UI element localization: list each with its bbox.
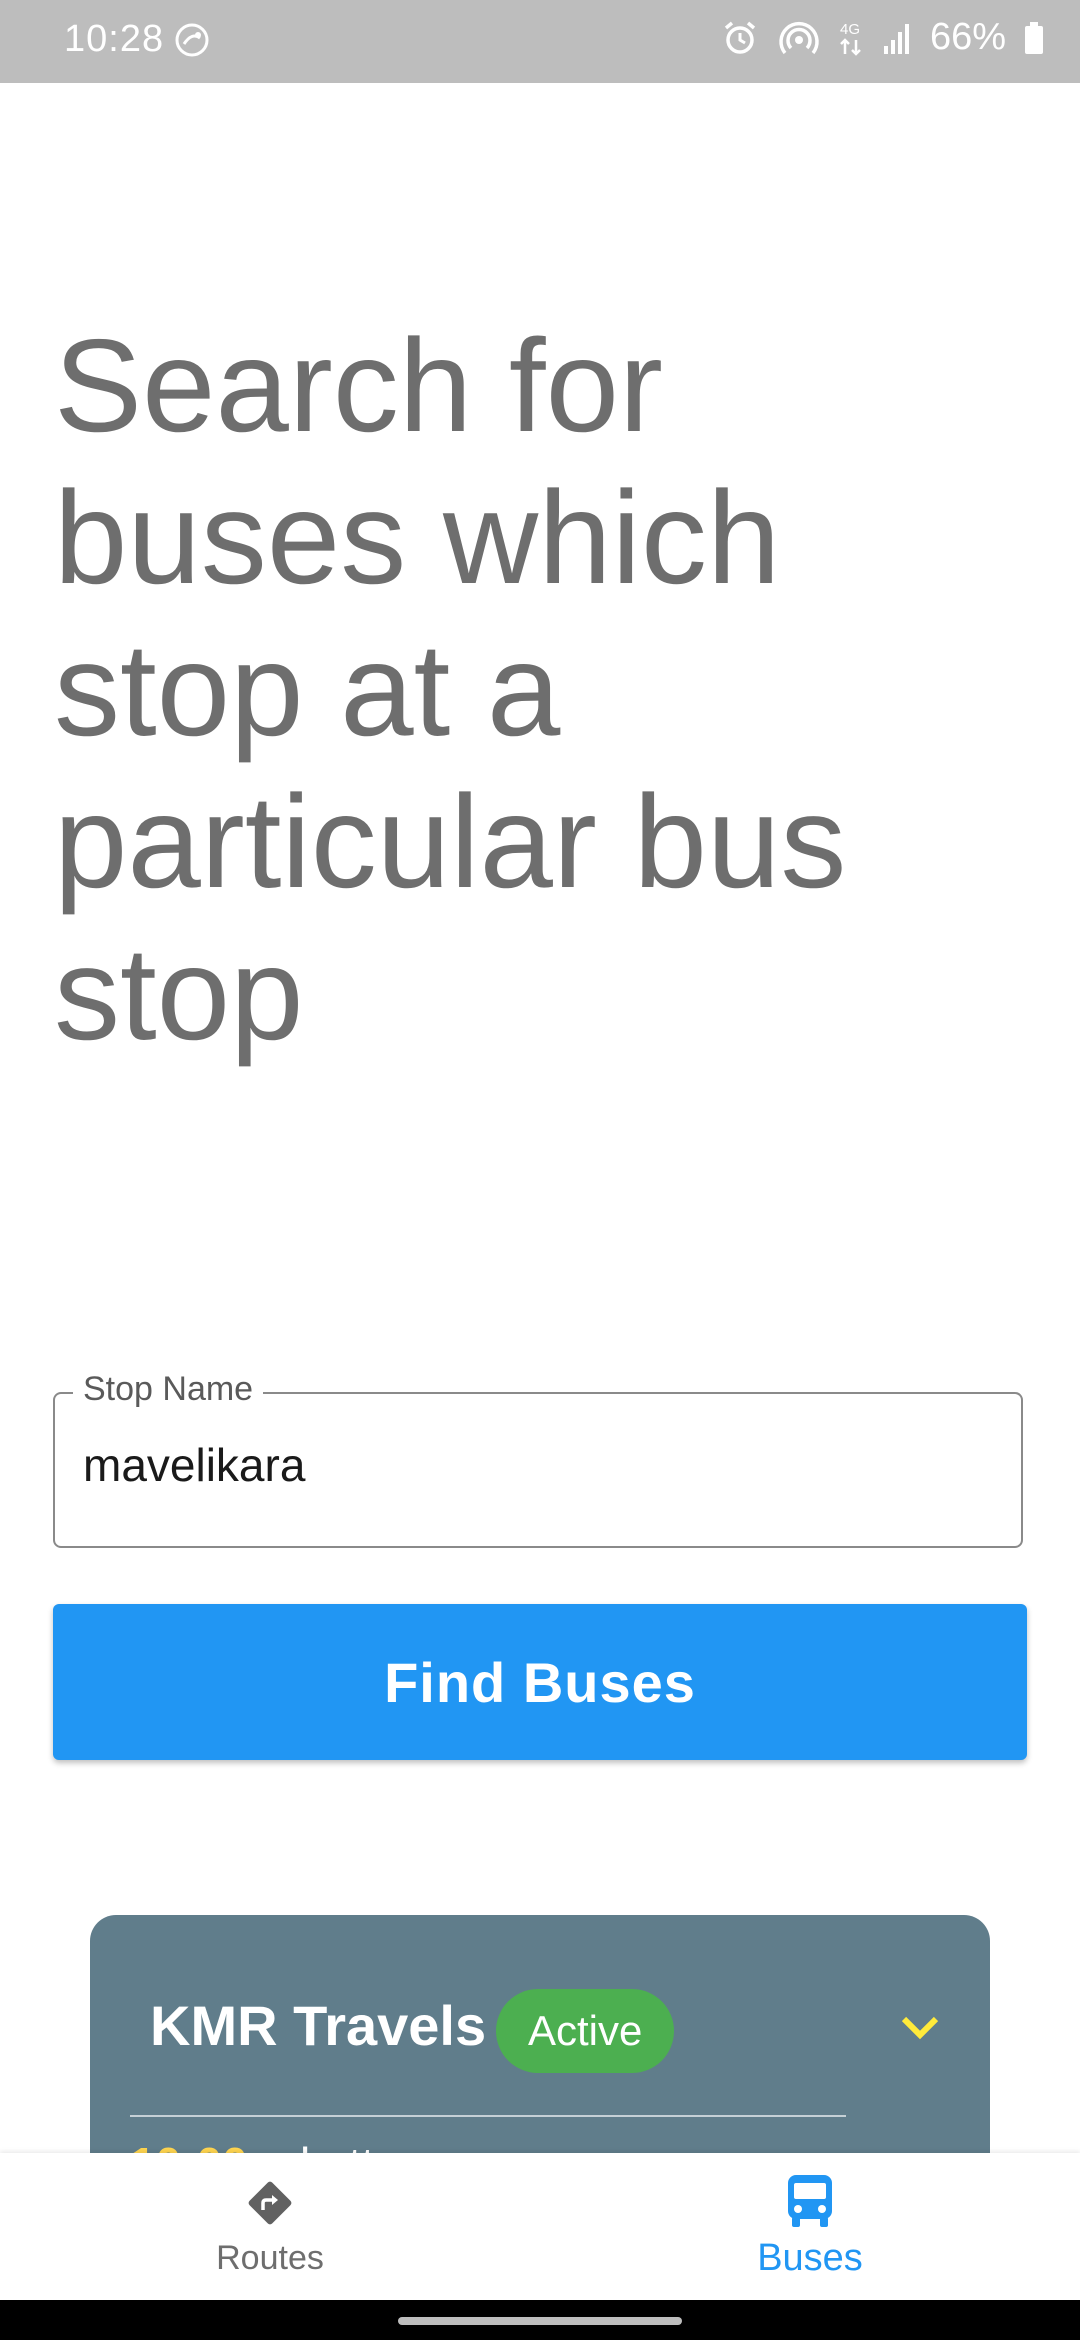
bus-name: KMR Travels (150, 1994, 487, 2057)
nav-label-buses: Buses (757, 2237, 863, 2279)
signal-icon (883, 23, 909, 54)
status-time: 10:28 (64, 18, 165, 60)
status-icons: 4G 66% (720, 16, 1044, 59)
nav-label-routes: Routes (216, 2239, 324, 2277)
bottom-navigation: Routes Buses (0, 2153, 1080, 2300)
app-notification-icon (175, 23, 209, 57)
card-divider (130, 2115, 846, 2117)
directions-icon (248, 2181, 292, 2225)
bus-icon (788, 2175, 832, 2227)
chevron-down-icon[interactable] (898, 2013, 942, 2043)
bus-result-card[interactable]: KMR Travels Active 10:00 kottayam (90, 1915, 990, 2155)
stop-name-field[interactable]: Stop Name (53, 1370, 1023, 1548)
page-heading: Search for buses which stop at a particu… (54, 312, 847, 1067)
alarm-icon (724, 21, 756, 54)
status-bar: 10:28 4G 66% (0, 0, 1080, 83)
battery-percent: 66% (929, 16, 1006, 58)
stop-name-input[interactable] (83, 1438, 983, 1492)
find-buses-button[interactable]: Find Buses (53, 1604, 1027, 1760)
hotspot-icon (779, 21, 819, 54)
battery-icon (1025, 21, 1043, 54)
home-gesture-handle[interactable] (398, 2317, 682, 2325)
svg-text:4G: 4G (840, 21, 860, 38)
stop-name-label: Stop Name (73, 1370, 264, 1409)
data-icon: 4G (840, 21, 861, 56)
system-navigation-bar (0, 2300, 1080, 2340)
status-badge: Active (496, 1989, 675, 2073)
nav-item-routes[interactable]: Routes (0, 2153, 540, 2300)
nav-item-buses[interactable]: Buses (540, 2153, 1080, 2300)
